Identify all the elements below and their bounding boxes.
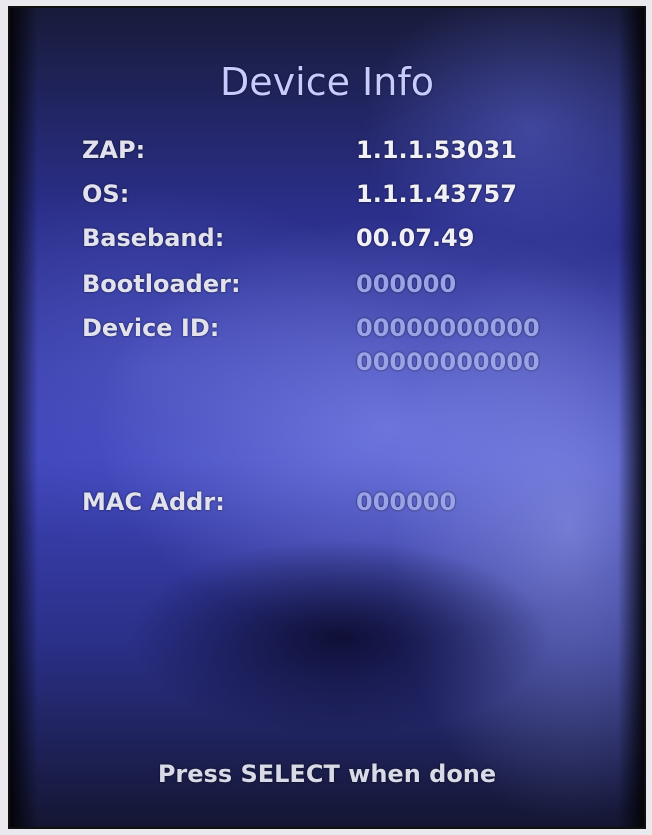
screen-edge-shadow-left [10, 8, 38, 827]
select-prompt: Press SELECT when done [157, 760, 497, 788]
baseband-value: 00.07.49 [356, 224, 475, 252]
screen-edge-shadow-right [618, 8, 644, 827]
baseband-label: Baseband: [82, 224, 225, 252]
device-screen: Device Info ZAP: 1.1.1.53031 OS: 1.1.1.4… [8, 6, 646, 829]
page-title: Device Info [220, 60, 434, 104]
os-value: 1.1.1.43757 [356, 180, 517, 208]
bootloader-value: 000000 [356, 270, 457, 298]
device-id-label: Device ID: [82, 314, 220, 342]
bootloader-label: Bootloader: [82, 270, 241, 298]
mac-address-label: MAC Addr: [82, 488, 225, 516]
mac-address-value: 000000 [356, 488, 457, 516]
zap-value: 1.1.1.53031 [356, 136, 517, 164]
device-frame: Device Info ZAP: 1.1.1.53031 OS: 1.1.1.4… [0, 0, 652, 835]
device-id-value-line2: 00000000000 [356, 348, 540, 376]
zap-label: ZAP: [82, 136, 146, 164]
os-label: OS: [82, 180, 130, 208]
device-id-value-line1: 00000000000 [356, 314, 540, 342]
